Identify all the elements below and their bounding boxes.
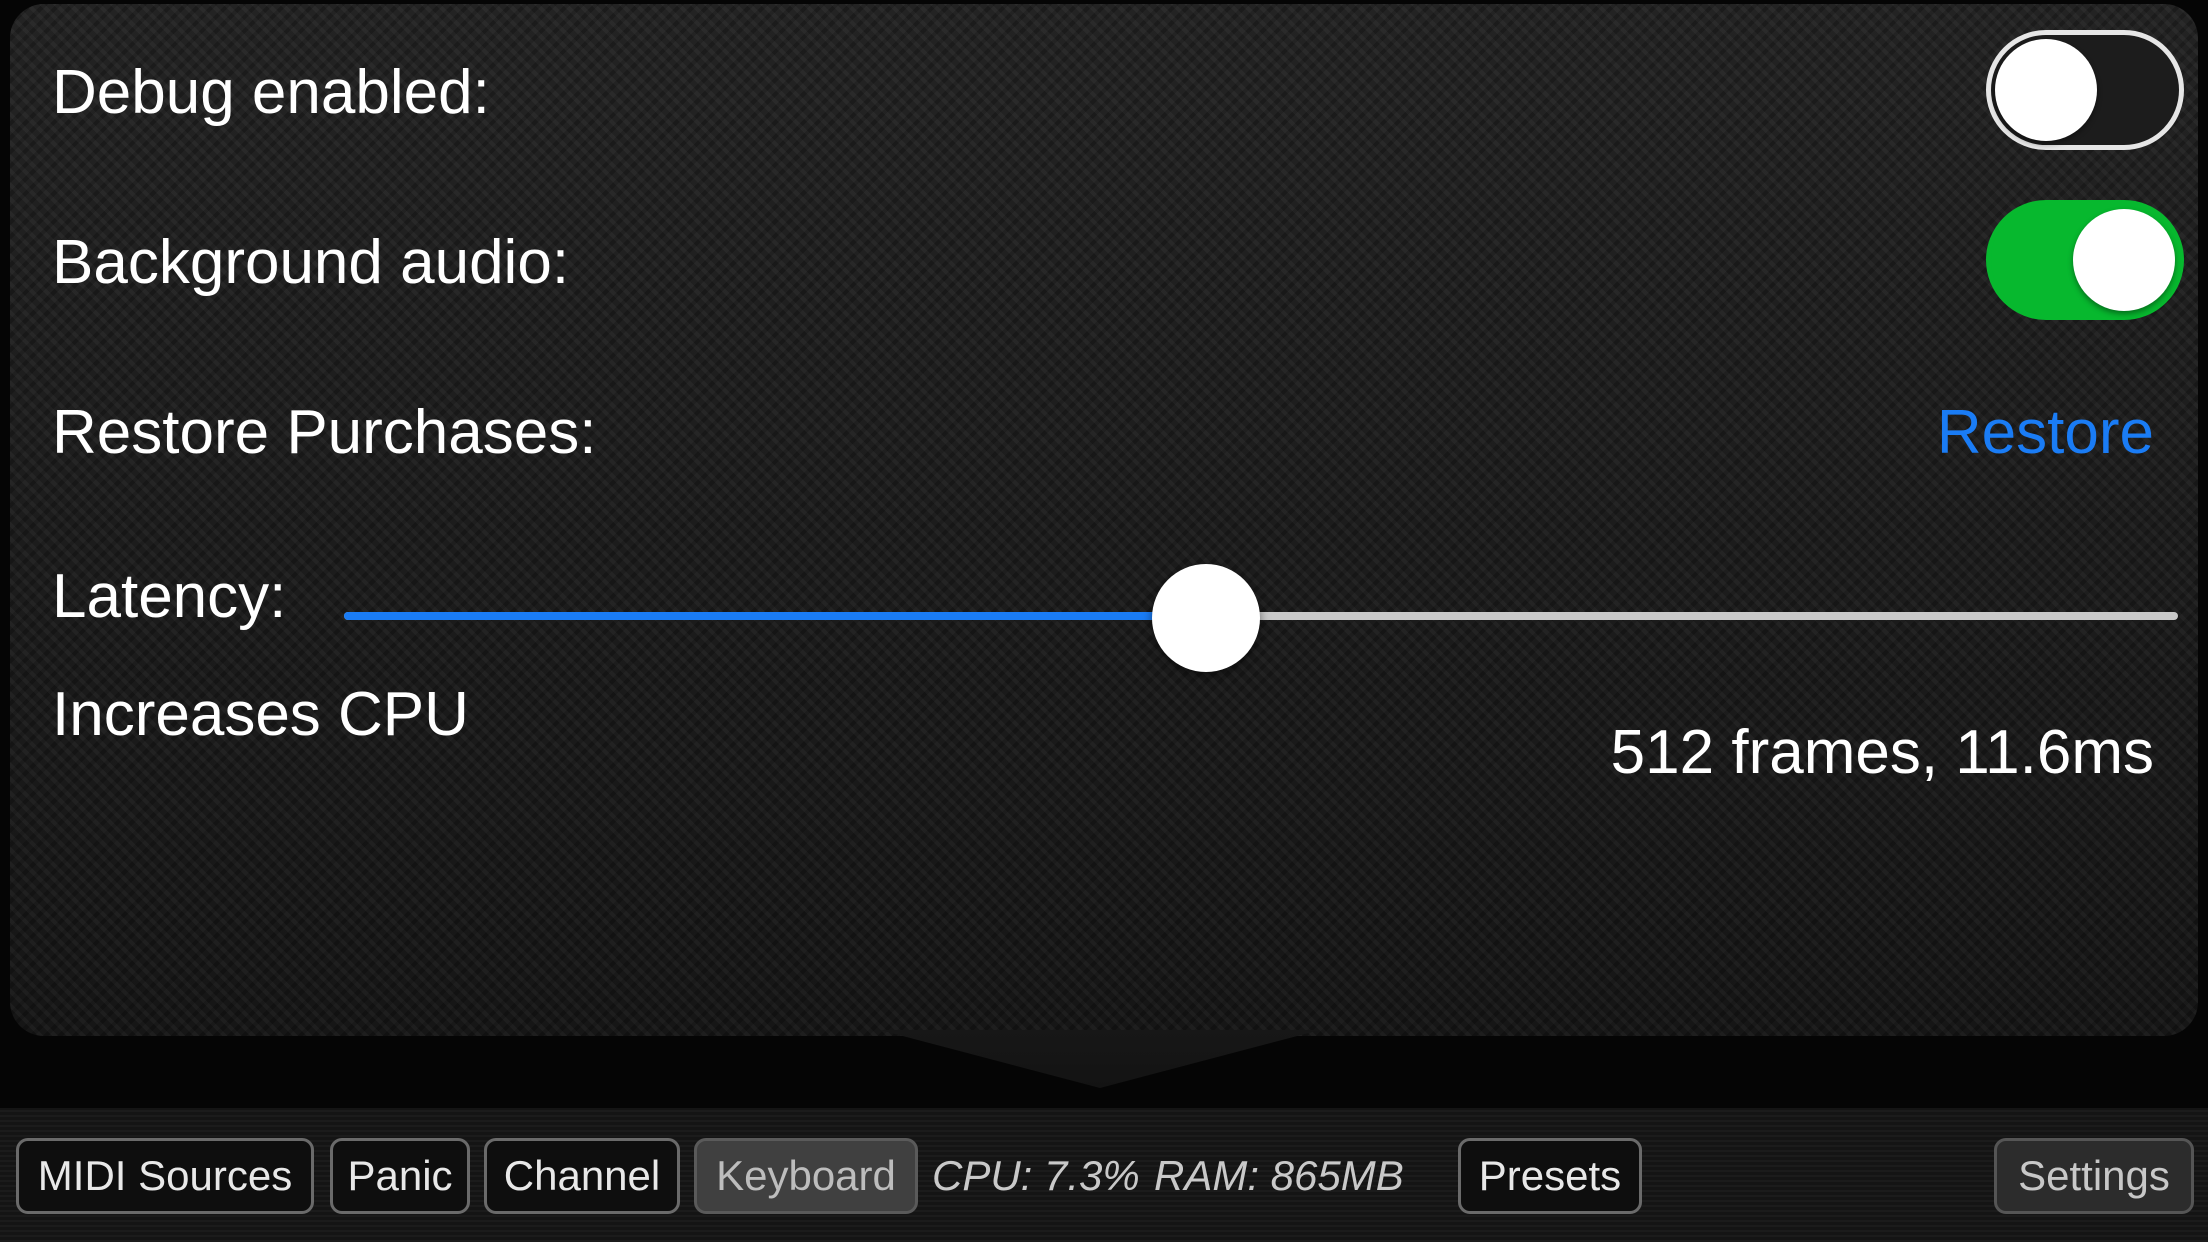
latency-slider-thumb[interactable]: [1151, 564, 1260, 672]
background-audio-toggle[interactable]: [1986, 200, 2184, 320]
channel-button[interactable]: Channel: [484, 1138, 680, 1214]
restore-button[interactable]: Restore: [1937, 402, 2154, 464]
bottom-toolbar: MIDI Sources Panic Channel Keyboard CPU:…: [0, 1108, 2208, 1242]
presets-button[interactable]: Presets: [1458, 1138, 1642, 1214]
latency-slider[interactable]: [344, 564, 2178, 672]
settings-button[interactable]: Settings: [1994, 1138, 2194, 1214]
latency-label: Latency:: [52, 562, 287, 631]
debug-label: Debug enabled:: [52, 58, 490, 127]
debug-toggle[interactable]: [1986, 30, 2184, 150]
background-audio-label: Background audio:: [52, 228, 570, 297]
settings-panel: Debug enabled: Background audio: Restore…: [10, 4, 2198, 1036]
app-screen: Debug enabled: Background audio: Restore…: [0, 0, 2208, 1242]
latency-value: 512 frames, 11.6ms: [1610, 718, 2154, 787]
latency-note: Increases CPU: [52, 680, 469, 749]
panic-button[interactable]: Panic: [330, 1138, 470, 1214]
debug-toggle-knob: [1995, 39, 2097, 141]
ram-readout: RAM: 865MB: [1154, 1152, 1404, 1199]
popover-pointer: [880, 1030, 1320, 1088]
keyboard-button[interactable]: Keyboard: [694, 1138, 918, 1214]
cpu-readout: CPU: 7.3%: [932, 1152, 1140, 1199]
midi-sources-button[interactable]: MIDI Sources: [16, 1138, 314, 1214]
latency-slider-fill: [344, 612, 1206, 620]
background-audio-toggle-knob: [2073, 209, 2175, 311]
restore-purchases-label: Restore Purchases:: [52, 398, 597, 467]
